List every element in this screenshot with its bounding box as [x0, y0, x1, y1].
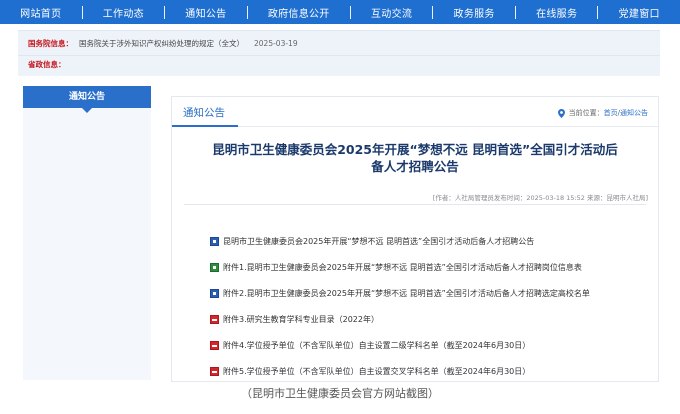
- attachment-link[interactable]: 昆明市卫生健康委员会2025年开展“梦想不远 昆明首选”全国引才活动后备人才招聘…: [223, 236, 534, 247]
- section-header: 通知公告 当前位置： 首页 / 通知公告: [172, 97, 658, 127]
- nav-separator: [514, 5, 516, 19]
- notice-link[interactable]: 国务院关于涉外知识产权纠纷处理的规定（全文）: [79, 38, 244, 49]
- breadcrumb-prefix: 当前位置：: [568, 109, 604, 117]
- notice-bar: 国务院信息： 国务院关于涉外知识产权纠纷处理的规定（全文） 2025-03-19…: [18, 30, 660, 76]
- main-panel: 通知公告 当前位置： 首页 / 通知公告 昆明市卫生健康委员会2025年开展“梦…: [171, 96, 659, 382]
- nav-item-gov-info[interactable]: 政府信息公开: [248, 5, 350, 20]
- nav-separator: [597, 5, 599, 19]
- location-pin-icon: [557, 108, 565, 118]
- attachment-item[interactable]: 附件1.昆明市卫生健康委员会2025年开展“梦想不远 昆明首选”全国引才活动后备…: [210, 254, 590, 280]
- breadcrumb: 当前位置： 首页 / 通知公告: [557, 108, 648, 118]
- attachment-item[interactable]: 昆明市卫生健康委员会2025年开展“梦想不远 昆明首选”全国引才活动后备人才招聘…: [210, 228, 590, 254]
- attachment-item[interactable]: 附件2.昆明市卫生健康委员会2025年开展“梦想不远 昆明首选”全国引才活动后备…: [210, 280, 590, 306]
- nav-separator: [81, 5, 83, 19]
- attachment-list: 昆明市卫生健康委员会2025年开展“梦想不远 昆明首选”全国引才活动后备人才招聘…: [210, 228, 590, 384]
- nav-item-online-services[interactable]: 在线服务: [516, 5, 598, 20]
- sidebar-tab-notices[interactable]: 通知公告: [23, 86, 151, 108]
- pdf-icon: [210, 314, 219, 324]
- pdf-icon: [210, 366, 219, 376]
- divider: [18, 55, 660, 56]
- xls-icon: [210, 262, 219, 272]
- nav-item-gov-services[interactable]: 政务服务: [433, 5, 515, 20]
- attachment-link[interactable]: 附件4.学位授予单位（不含军队单位）自主设置二级学科名单（截至2024年6月30…: [223, 340, 530, 351]
- nav-separator: [432, 5, 434, 19]
- caret-down-icon: [82, 108, 92, 113]
- image-caption: （昆明市卫生健康委员会官方网站截图）: [241, 387, 439, 400]
- attachment-link[interactable]: 附件5.学位授予单位（不含军队单位）自主设置交叉学科名单（截至2024年6月30…: [223, 366, 530, 377]
- section-title: 通知公告: [183, 107, 225, 119]
- attachment-item[interactable]: 附件5.学位授予单位（不含军队单位）自主设置交叉学科名单（截至2024年6月30…: [210, 358, 590, 384]
- sidebar-panel: [23, 108, 151, 380]
- nav-item-home[interactable]: 网站首页: [0, 5, 82, 20]
- article-title-line: 备人才招聘公告: [371, 159, 459, 174]
- attachment-item[interactable]: 附件3.研究生教育学科专业目录（2022年）: [210, 306, 590, 332]
- top-nav: 网站首页 工作动态 通知公告 政府信息公开 互动交流 政务服务 在线服务 党建窗…: [0, 0, 680, 24]
- doc-icon: [210, 288, 219, 298]
- attachment-link[interactable]: 附件3.研究生教育学科专业目录（2022年）: [223, 314, 379, 325]
- section-title-underline: [172, 125, 238, 127]
- nav-item-notices[interactable]: 通知公告: [165, 5, 247, 20]
- pdf-icon: [210, 340, 219, 350]
- doc-icon: [210, 236, 219, 246]
- notice-row-province: 省政信息：: [28, 59, 72, 70]
- article-title: 昆明市卫生健康委员会2025年开展“梦想不远 昆明首选”全国引才活动后 备人才招…: [172, 141, 658, 175]
- notice-date: 2025-03-19: [254, 39, 298, 48]
- breadcrumb-home[interactable]: 首页: [604, 108, 618, 118]
- notice-label: 省政信息：: [28, 60, 66, 69]
- article-meta: [作者：人社局管理员发布时间：2025-03-18 15:52 来源：昆明市人社…: [432, 194, 648, 202]
- nav-separator: [164, 5, 166, 19]
- attachment-link[interactable]: 附件2.昆明市卫生健康委员会2025年开展“梦想不远 昆明首选”全国引才活动后备…: [223, 288, 590, 299]
- nav-item-work-news[interactable]: 工作动态: [83, 5, 165, 20]
- notice-label: 国务院信息：: [28, 39, 73, 48]
- breadcrumb-notices[interactable]: 通知公告: [620, 108, 648, 118]
- notice-row-state-council: 国务院信息： 国务院关于涉外知识产权纠纷处理的规定（全文） 2025-03-19: [28, 38, 298, 49]
- article-title-line: 昆明市卫生健康委员会2025年开展“梦想不远 昆明首选”全国引才活动后: [212, 142, 618, 157]
- nav-separator: [349, 5, 351, 19]
- nav-separator: [246, 5, 248, 19]
- nav-item-party-window[interactable]: 党建窗口: [598, 5, 680, 20]
- divider: [184, 204, 646, 205]
- attachment-item[interactable]: 附件4.学位授予单位（不含军队单位）自主设置二级学科名单（截至2024年6月30…: [210, 332, 590, 358]
- attachment-link[interactable]: 附件1.昆明市卫生健康委员会2025年开展“梦想不远 昆明首选”全国引才活动后备…: [223, 262, 582, 273]
- nav-item-interaction[interactable]: 互动交流: [351, 5, 433, 20]
